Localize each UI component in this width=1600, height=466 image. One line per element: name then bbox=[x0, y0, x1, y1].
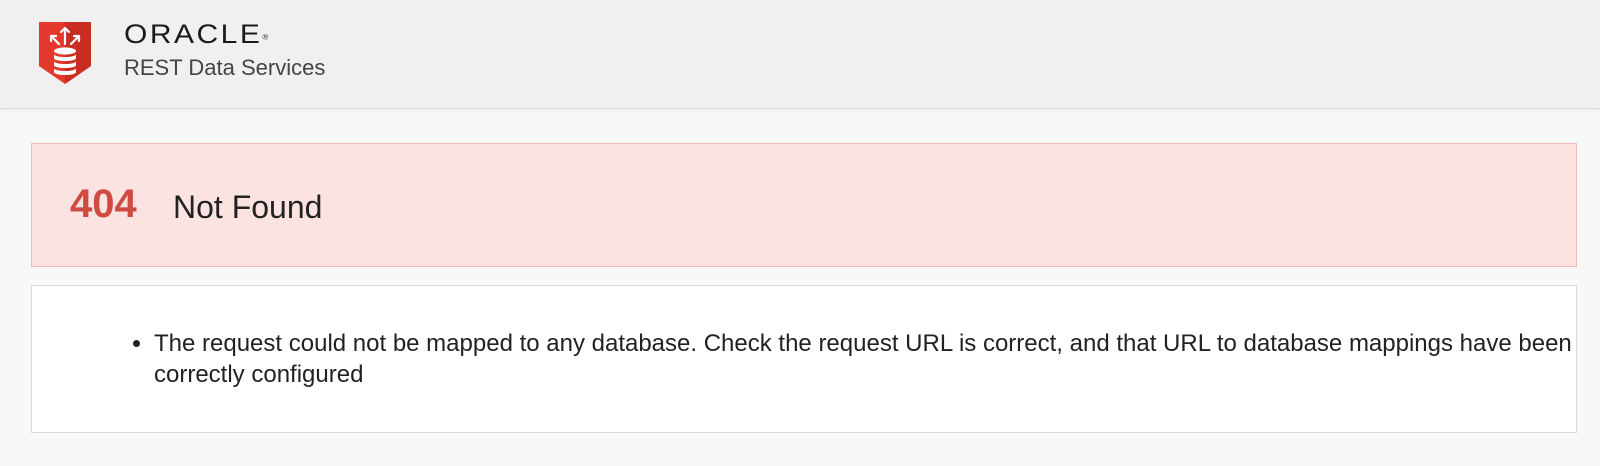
error-message-item: The request could not be mapped to any d… bbox=[154, 328, 1574, 390]
ords-logo-icon bbox=[37, 20, 93, 86]
error-status-title: Not Found bbox=[173, 189, 323, 225]
error-message-list: The request could not be mapped to any d… bbox=[122, 328, 1574, 390]
error-status-code: 404 bbox=[70, 182, 137, 226]
error-banner: 404 Not Found bbox=[31, 143, 1577, 267]
brand-block: ORACLE® REST Data Services bbox=[124, 22, 325, 81]
oracle-wordmark: ORACLE® bbox=[124, 20, 269, 50]
error-details-panel: The request could not be mapped to any d… bbox=[31, 285, 1577, 433]
product-subtitle: REST Data Services bbox=[124, 55, 326, 80]
page-header: ORACLE® REST Data Services bbox=[0, 0, 1600, 109]
